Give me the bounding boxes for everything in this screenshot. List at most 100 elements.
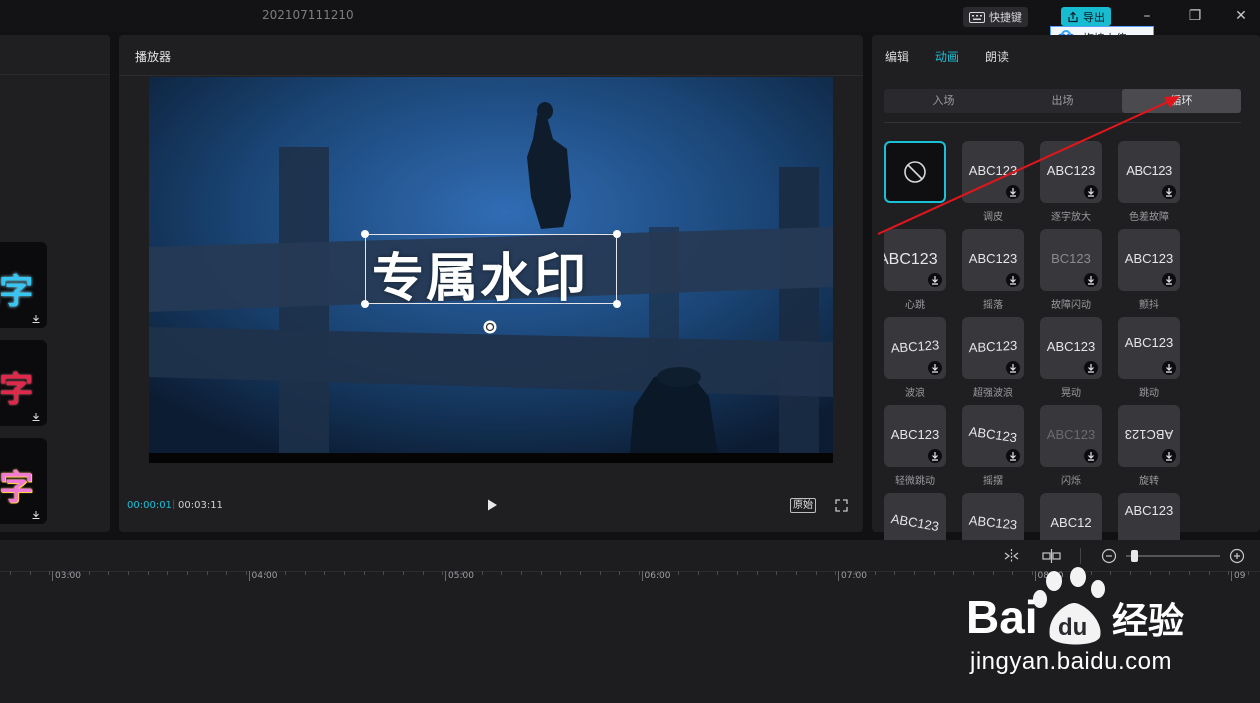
ruler-minor-tick [442,571,444,575]
animation-tile[interactable]: ABC123 [884,229,946,291]
download-icon [32,315,40,323]
download-icon[interactable] [1006,361,1020,375]
animation-label: 摇落 [983,300,1003,311]
ruler-tick-label: 09 [1234,571,1246,581]
close-icon[interactable]: ✕ [1229,6,1253,26]
subtab-in[interactable]: 入场 [884,89,1003,113]
download-icon[interactable] [928,449,942,463]
ruler-minor-tick [815,571,817,575]
player-title: 播放器 [135,50,172,64]
rotate-icon[interactable] [483,320,497,334]
properties-panel: 编辑 动画 朗读 入场 出场 循环 ABC123 调皮 ABC123 逐字放大 ABC1… [872,35,1260,555]
none-icon [904,161,926,183]
zoom-slider-thumb[interactable] [1131,550,1138,562]
subtab-out[interactable]: 出场 [1003,89,1122,113]
subtab-loop[interactable]: 循环 [1122,89,1241,113]
ruler-minor-tick [49,571,51,575]
animation-preview-text: ABC123 [889,510,941,535]
ruler-minor-tick [68,571,70,575]
tab-edit[interactable]: 编辑 [885,48,909,65]
upload-icon [1068,11,1078,22]
animation-tile[interactable]: ABC123 [1040,317,1102,379]
resize-handle[interactable] [361,300,369,308]
shortcuts-button[interactable]: 快捷键 [963,7,1028,27]
text-template-card[interactable]: E字 [0,438,47,524]
download-icon[interactable] [1084,273,1098,287]
animation-tile[interactable]: ABC123 [962,317,1024,379]
text-template-card[interactable]: E字 [0,340,47,426]
animation-tile[interactable]: ABC123 [884,317,946,379]
overlay-text[interactable]: 专属水印 [372,236,588,311]
download-icon[interactable] [928,361,942,375]
tab-read-aloud[interactable]: 朗读 [985,48,1009,65]
ruler-minor-tick [953,571,955,575]
download-icon[interactable] [1006,449,1020,463]
ruler-minor-tick [29,571,31,575]
resize-handle[interactable] [613,300,621,308]
ruler-minor-tick [265,571,267,575]
animation-tile[interactable]: ABC123 [1118,317,1180,379]
project-title: 202107111210 [262,8,354,22]
export-button[interactable]: 导出 [1061,7,1111,26]
animation-label: 超强波浪 [973,388,1013,399]
ruler-minor-tick [854,571,856,575]
text-template-card[interactable]: E字 [0,242,47,328]
ruler-minor-tick [579,571,581,575]
maximize-icon[interactable]: ❐ [1183,6,1207,26]
ruler-minor-tick [422,571,424,575]
ruler-minor-tick [127,571,129,575]
animation-tile[interactable]: BC123 [1040,229,1102,291]
ruler-tick [248,571,250,581]
animation-tile[interactable]: ABC123 [962,405,1024,467]
animation-tile[interactable]: ABC123 [1040,405,1102,467]
animation-tile[interactable]: ABC123 [1118,405,1180,467]
link-icon[interactable] [1042,548,1061,564]
ruler-minor-tick [1247,571,1249,575]
animation-preview-text: ABC123 [884,251,938,268]
baidu-url: jingyan.baidu.com [970,648,1172,675]
resize-handle[interactable] [361,230,369,238]
download-icon[interactable] [1162,449,1176,463]
ruler-minor-tick [481,571,483,575]
download-icon[interactable] [1006,273,1020,287]
animation-tile[interactable]: ABC123 [1040,141,1102,203]
tab-animation[interactable]: 动画 [935,48,959,65]
download-icon[interactable] [1006,185,1020,199]
split-icon[interactable] [1003,548,1020,564]
animation-tile[interactable]: ABC123 [1118,141,1180,203]
animation-label: 心跳 [905,300,925,311]
shortcuts-label: 快捷键 [989,11,1022,24]
zoom-out-icon[interactable] [1101,548,1117,564]
aspect-ratio-button[interactable]: 原始 [790,498,816,513]
download-icon[interactable] [1162,273,1176,287]
download-icon[interactable] [928,273,942,287]
ruler-minor-tick [796,571,797,575]
ruler-minor-tick [186,571,188,575]
download-icon[interactable] [1084,361,1098,375]
fullscreen-icon[interactable] [835,499,848,512]
download-icon[interactable] [1084,449,1098,463]
resize-handle[interactable] [613,230,621,238]
minimize-icon[interactable]: – [1135,6,1159,26]
zoom-slider-track[interactable] [1126,555,1220,557]
download-icon [32,511,40,519]
download-icon[interactable] [1084,185,1098,199]
ruler-minor-tick [913,571,915,575]
animation-none-tile[interactable] [884,141,946,203]
zoom-in-icon[interactable] [1229,548,1245,564]
animation-preview-text: ABC12 [1050,515,1092,530]
download-icon[interactable] [1162,361,1176,375]
time-separator: | [172,499,176,510]
ruler-minor-tick [304,571,306,575]
animation-tile[interactable]: ABC123 [962,229,1024,291]
animation-preview-text: ABC123 [1046,163,1096,178]
ruler-tick [445,571,446,581]
animation-preview-text: ABC123 [1046,339,1096,354]
video-letterbox [149,453,833,463]
animation-tile[interactable]: ABC123 [884,405,946,467]
animation-tile[interactable]: ABC123 [962,141,1024,203]
download-icon[interactable] [1162,185,1176,199]
play-icon[interactable] [485,498,499,512]
animation-preview-text: ABC123 [968,337,1018,356]
animation-tile[interactable]: ABC123 [1118,229,1180,291]
